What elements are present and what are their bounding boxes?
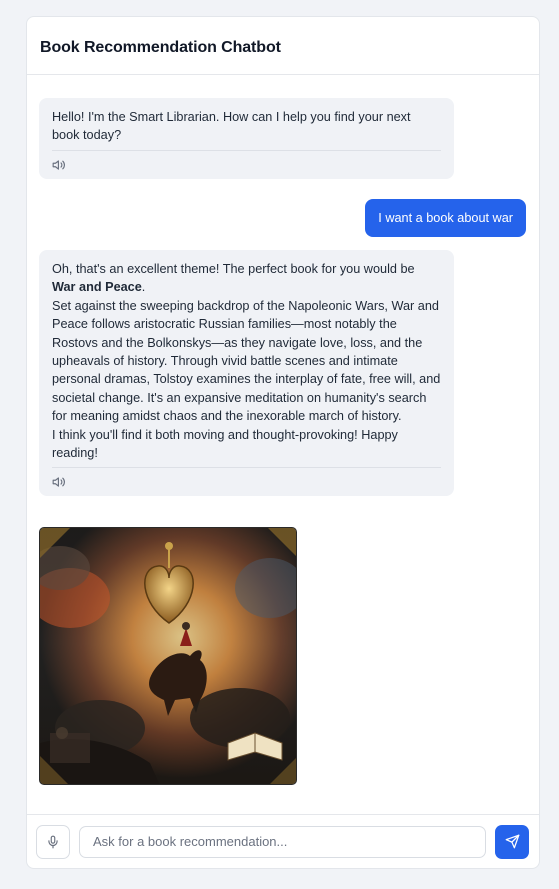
- user-message: I want a book about war: [365, 199, 526, 237]
- reply-intro: Oh, that's an excellent theme! The perfe…: [52, 262, 415, 276]
- send-button[interactable]: [495, 824, 529, 859]
- chat-window: Book Recommendation Chatbot Hello! I'm t…: [26, 16, 540, 869]
- microphone-icon: [48, 835, 58, 848]
- chat-input-bar: [27, 814, 539, 868]
- reply-intro-end: .: [141, 280, 146, 295]
- bot-message-recommendation: Oh, that's an excellent theme! The perfe…: [39, 250, 454, 497]
- speaker-icon: [52, 477, 65, 488]
- send-icon: [505, 834, 519, 849]
- book-cover-illustration: [39, 527, 297, 785]
- bot-message-greeting: Hello! I'm the Smart Librarian. How can …: [39, 98, 454, 179]
- microphone-button[interactable]: [36, 824, 70, 859]
- read-aloud-button[interactable]: [52, 151, 441, 179]
- message-text: Hello! I'm the Smart Librarian. How can …: [52, 110, 411, 143]
- book-title: War and Peace: [52, 280, 142, 295]
- message-text: Oh, that's an excellent theme! The perfe…: [52, 260, 441, 462]
- speaker-icon: [52, 160, 65, 170]
- message-input[interactable]: [79, 825, 486, 858]
- reply-closing: I think you'll find it both moving and t…: [52, 427, 398, 461]
- chat-header: Book Recommendation Chatbot: [27, 17, 539, 75]
- read-aloud-button[interactable]: [52, 468, 441, 496]
- page-title: Book Recommendation Chatbot: [40, 38, 281, 56]
- book-summary: Set against the sweeping backdrop of the…: [52, 298, 441, 424]
